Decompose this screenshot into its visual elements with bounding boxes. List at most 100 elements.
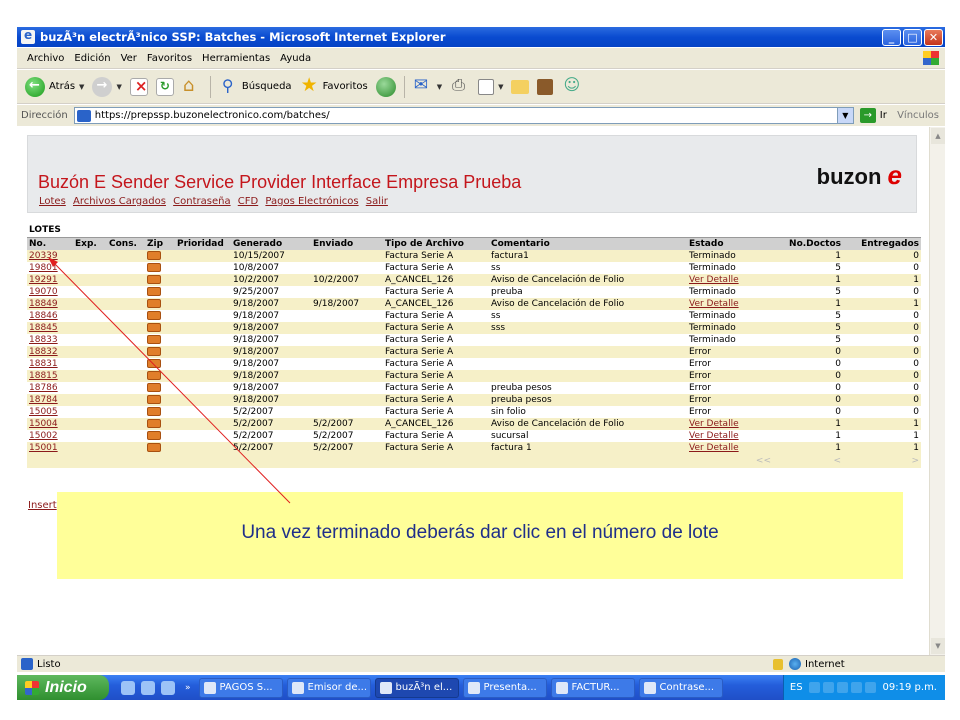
chevron-down-icon[interactable]: ▼ bbox=[498, 83, 503, 91]
zip-download-icon[interactable] bbox=[147, 394, 161, 404]
messenger-button[interactable] bbox=[561, 75, 581, 97]
batch-number-link[interactable]: 18786 bbox=[27, 381, 73, 394]
batch-number-link[interactable]: 19070 bbox=[27, 285, 73, 298]
outlook-quicklaunch-icon[interactable] bbox=[141, 680, 155, 695]
menu-ayuda[interactable]: Ayuda bbox=[280, 53, 311, 64]
nav-archivos-cargados[interactable]: Archivos Cargados bbox=[73, 196, 166, 207]
media-button[interactable] bbox=[375, 76, 396, 97]
batch-number-link[interactable]: 18815 bbox=[27, 369, 73, 382]
zip-download-icon[interactable] bbox=[147, 406, 161, 416]
batch-number-link[interactable]: 18831 bbox=[27, 357, 73, 370]
zip-download-icon[interactable] bbox=[147, 334, 161, 344]
ie-quicklaunch-icon[interactable] bbox=[121, 680, 135, 695]
menu-edicion[interactable]: Edición bbox=[74, 53, 110, 64]
maximize-button[interactable]: □ bbox=[903, 28, 922, 46]
nav-pagos-electronicos[interactable]: Pagos Electrónicos bbox=[265, 196, 358, 207]
menu-herramientas[interactable]: Herramientas bbox=[202, 53, 270, 64]
zip-download-icon[interactable] bbox=[147, 286, 161, 296]
batch-number-link[interactable]: 19291 bbox=[27, 273, 73, 286]
nav-contrasena[interactable]: Contraseña bbox=[173, 196, 230, 207]
ver-detalle-link[interactable]: Ver Detalle bbox=[687, 417, 773, 430]
back-button[interactable]: Atrás ▼ bbox=[25, 76, 84, 97]
zip-download-icon[interactable] bbox=[147, 418, 161, 428]
print-button[interactable] bbox=[450, 75, 470, 97]
tray-app-icon[interactable] bbox=[850, 682, 862, 693]
zip-download-icon[interactable] bbox=[147, 310, 161, 320]
batch-number-link[interactable]: 15002 bbox=[27, 429, 73, 442]
scroll-up-icon[interactable]: ▲ bbox=[931, 128, 945, 144]
zip-download-icon[interactable] bbox=[147, 430, 161, 440]
taskbar-button[interactable]: Presenta... bbox=[462, 677, 547, 698]
forward-button[interactable]: ▼ bbox=[92, 76, 122, 97]
pager-prev[interactable]: < bbox=[773, 453, 843, 468]
browser-quicklaunch-icon[interactable] bbox=[161, 680, 175, 695]
folder-button[interactable] bbox=[511, 79, 530, 94]
ver-detalle-link[interactable]: Ver Detalle bbox=[687, 441, 773, 454]
menu-archivo[interactable]: Archivo bbox=[27, 53, 64, 64]
nav-cfd[interactable]: CFD bbox=[238, 196, 258, 207]
refresh-button[interactable] bbox=[155, 77, 174, 96]
edit-button[interactable]: ▼ bbox=[478, 78, 503, 95]
insert-link[interactable]: Insert bbox=[28, 500, 57, 511]
tray-mail-icon[interactable] bbox=[822, 682, 834, 693]
chevron-right-icon[interactable]: » bbox=[185, 683, 191, 693]
batch-number-link[interactable]: 15005 bbox=[27, 405, 73, 418]
scroll-down-icon[interactable]: ▼ bbox=[931, 638, 945, 654]
research-button[interactable] bbox=[537, 78, 554, 95]
minimize-button[interactable]: _ bbox=[882, 28, 901, 46]
zip-download-icon[interactable] bbox=[147, 262, 161, 272]
menu-ver[interactable]: Ver bbox=[121, 53, 137, 64]
batch-number-link[interactable]: 18784 bbox=[27, 393, 73, 406]
home-button[interactable] bbox=[182, 75, 202, 97]
zip-download-icon[interactable] bbox=[147, 274, 161, 284]
pager-first[interactable]: << bbox=[687, 453, 773, 468]
batch-number-link[interactable]: 20339 bbox=[27, 249, 73, 262]
chevron-down-icon[interactable]: ▼ bbox=[116, 83, 121, 91]
batch-number-link[interactable]: 18833 bbox=[27, 333, 73, 346]
links-button[interactable]: Vínculos bbox=[897, 110, 939, 121]
zip-download-icon[interactable] bbox=[147, 358, 161, 368]
batch-number-link[interactable]: 19801 bbox=[27, 261, 73, 274]
start-button[interactable]: Inicio bbox=[17, 675, 109, 700]
batch-number-link[interactable]: 18845 bbox=[27, 321, 73, 334]
go-button[interactable]: Ir bbox=[880, 110, 887, 121]
zip-download-icon[interactable] bbox=[147, 322, 161, 332]
stop-button[interactable] bbox=[129, 77, 148, 96]
batch-number-link[interactable]: 15004 bbox=[27, 417, 73, 430]
nav-salir[interactable]: Salir bbox=[366, 196, 388, 207]
zip-download-icon[interactable] bbox=[147, 250, 161, 260]
ver-detalle-link[interactable]: Ver Detalle bbox=[687, 273, 773, 286]
taskbar-button[interactable]: FACTUR... bbox=[550, 677, 635, 698]
taskbar-button[interactable]: PAGOS S... bbox=[198, 677, 283, 698]
close-button[interactable]: ✕ bbox=[924, 28, 943, 46]
taskbar-button[interactable]: buzÃ³n el... bbox=[374, 677, 459, 698]
ver-detalle-link[interactable]: Ver Detalle bbox=[687, 297, 773, 310]
chevron-down-icon[interactable]: ▼ bbox=[79, 83, 84, 91]
go-arrow-icon[interactable]: → bbox=[859, 108, 876, 123]
chevron-down-icon[interactable]: ▼ bbox=[836, 108, 853, 123]
batch-number-link[interactable]: 18849 bbox=[27, 297, 73, 310]
taskbar-button[interactable]: Emisor de... bbox=[286, 677, 371, 698]
tray-network-icon[interactable] bbox=[836, 682, 848, 693]
mail-button[interactable]: ▼ bbox=[413, 75, 442, 97]
pager-next[interactable]: > bbox=[843, 453, 921, 468]
chevron-down-icon[interactable]: ▼ bbox=[437, 83, 442, 91]
ver-detalle-link[interactable]: Ver Detalle bbox=[687, 429, 773, 442]
zip-download-icon[interactable] bbox=[147, 298, 161, 308]
address-input[interactable]: https://prepssp.buzonelectronico.com/bat… bbox=[73, 107, 854, 124]
taskbar-button[interactable]: Contrase... bbox=[638, 677, 723, 698]
tray-nav-icon[interactable] bbox=[808, 682, 820, 693]
favorites-button[interactable]: Favoritos bbox=[300, 74, 368, 97]
zip-download-icon[interactable] bbox=[147, 442, 161, 452]
vertical-scrollbar[interactable]: ▲ ▼ bbox=[929, 127, 945, 655]
menu-favoritos[interactable]: Favoritos bbox=[147, 53, 192, 64]
batch-number-link[interactable]: 18832 bbox=[27, 345, 73, 358]
batch-number-link[interactable]: 15001 bbox=[27, 441, 73, 454]
batch-number-link[interactable]: 18846 bbox=[27, 309, 73, 322]
zip-download-icon[interactable] bbox=[147, 370, 161, 380]
nav-lotes[interactable]: Lotes bbox=[39, 196, 66, 207]
search-button[interactable]: Búsqueda bbox=[219, 76, 292, 97]
language-indicator[interactable]: ES bbox=[790, 682, 803, 693]
tray-volume-icon[interactable] bbox=[864, 682, 876, 693]
zip-download-icon[interactable] bbox=[147, 346, 161, 356]
